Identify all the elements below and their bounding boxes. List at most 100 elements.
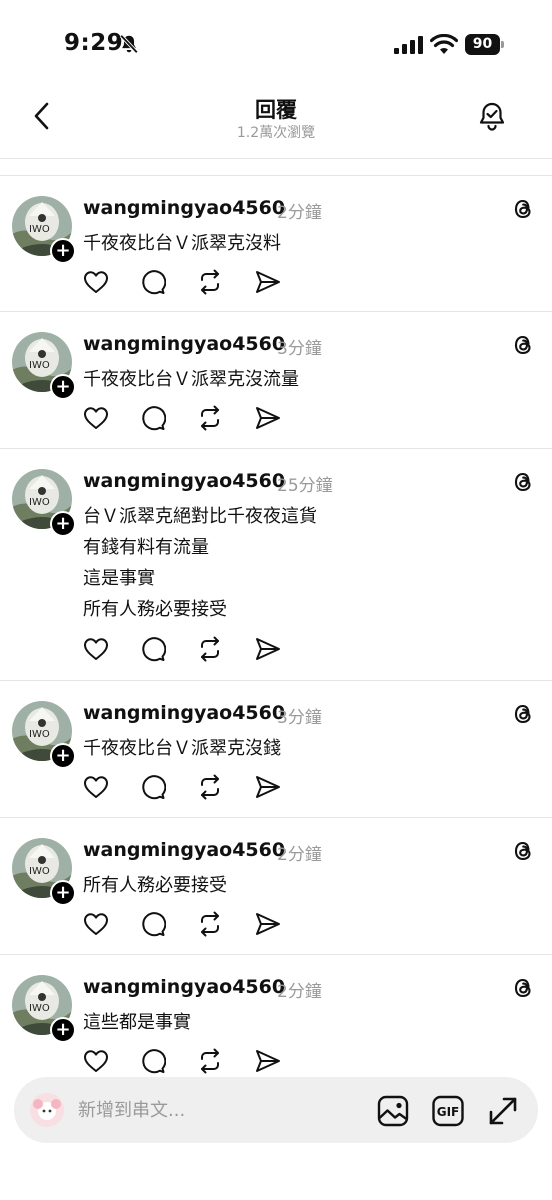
threads-logo-icon[interactable] [510, 469, 536, 495]
reply-post: IWO + wangmingyao4560 25分鐘 台Ｖ派翠克絕對比千夜夜這貨… [0, 449, 552, 681]
repost-icon [201, 405, 219, 431]
repost-button[interactable] [196, 268, 224, 296]
timestamp: 3分鐘 [277, 708, 322, 728]
svg-text:IWO: IWO [29, 360, 50, 371]
svg-text:IWO: IWO [29, 729, 50, 740]
share-button[interactable] [254, 404, 282, 432]
like-button[interactable] [82, 1047, 110, 1075]
like-button[interactable] [82, 404, 110, 432]
comment-button[interactable] [139, 773, 167, 801]
comment-button[interactable] [139, 910, 167, 938]
repost-button[interactable] [196, 773, 224, 801]
username[interactable]: wangmingyao4560 [83, 839, 285, 861]
post-text: 千夜夜比台Ｖ派翠克沒料 [83, 228, 281, 259]
image-button[interactable] [376, 1094, 410, 1128]
follow-plus-button[interactable]: + [50, 743, 76, 769]
share-button[interactable] [254, 635, 282, 663]
post-actions [82, 1047, 292, 1075]
threads-logo-icon[interactable] [510, 838, 536, 864]
like-button[interactable] [82, 910, 110, 938]
view-count: 1.2萬次瀏覽 [236, 125, 316, 141]
follow-plus-button[interactable]: + [50, 374, 76, 400]
comment-icon [142, 406, 166, 431]
share-button[interactable] [254, 1047, 282, 1075]
post-actions [82, 773, 292, 801]
username[interactable]: wangmingyao4560 [83, 197, 285, 219]
reply-composer: GIF [14, 1077, 538, 1143]
timestamp: 2分鐘 [277, 982, 322, 1002]
follow-plus-button[interactable]: + [50, 1017, 76, 1043]
header: 回覆 1.2萬次瀏覽 [0, 90, 552, 160]
post-text: 千夜夜比台Ｖ派翠克沒流量 [83, 364, 299, 395]
image-icon [377, 1095, 409, 1127]
threads-logo-icon[interactable] [510, 196, 536, 222]
comment-button[interactable] [139, 268, 167, 296]
send-icon [256, 407, 280, 429]
comment-button[interactable] [139, 635, 167, 663]
like-button[interactable] [82, 773, 110, 801]
post-actions [82, 635, 292, 663]
post-text-line: 千夜夜比台Ｖ派翠克沒錢 [83, 738, 281, 759]
post-actions [82, 404, 292, 432]
expand-icon [489, 1097, 517, 1125]
post-actions [82, 910, 292, 938]
gif-icon: GIF [432, 1095, 464, 1127]
like-button[interactable] [82, 268, 110, 296]
post-text-line: 這是事實 [83, 568, 155, 589]
repost-icon [201, 636, 219, 662]
post-text: 千夜夜比台Ｖ派翠克沒錢 [83, 733, 281, 764]
share-button[interactable] [254, 268, 282, 296]
username[interactable]: wangmingyao4560 [83, 470, 285, 492]
repost-button[interactable] [196, 910, 224, 938]
repost-button[interactable] [196, 404, 224, 432]
gif-button[interactable]: GIF [431, 1094, 465, 1128]
reply-post: IWO + wangmingyao4560 2分鐘 這些都是事實 [0, 955, 552, 1075]
status-time: 9:29 [64, 30, 124, 56]
comment-icon [142, 1049, 166, 1074]
reply-post: IWO + wangmingyao4560 3分鐘 千夜夜比台Ｖ派翠克沒錢 [0, 681, 552, 818]
post-actions [82, 268, 292, 296]
heart-icon [84, 271, 108, 293]
timestamp: 2分鐘 [277, 845, 322, 865]
battery-indicator: 90 [465, 34, 505, 55]
notify-button[interactable] [472, 96, 512, 136]
follow-plus-button[interactable]: + [50, 511, 76, 537]
send-icon [256, 638, 280, 660]
comment-button[interactable] [139, 1047, 167, 1075]
username[interactable]: wangmingyao4560 [83, 702, 285, 724]
send-icon [256, 913, 280, 935]
reply-input[interactable] [78, 1095, 358, 1125]
post-text-line: 有錢有料有流量 [83, 537, 209, 558]
comment-icon [142, 912, 166, 937]
heart-icon [84, 776, 108, 798]
expand-button[interactable] [486, 1094, 520, 1128]
threads-logo-icon[interactable] [510, 701, 536, 727]
timestamp: 2分鐘 [277, 203, 322, 223]
reply-post: IWO + wangmingyao4560 2分鐘 所有人務必要接受 [0, 818, 552, 955]
follow-plus-button[interactable]: + [50, 880, 76, 906]
threads-logo-icon[interactable] [510, 975, 536, 1001]
bell-check-icon [479, 102, 505, 131]
send-icon [256, 1050, 280, 1072]
username[interactable]: wangmingyao4560 [83, 333, 285, 355]
post-text-line: 千夜夜比台Ｖ派翠克沒流量 [83, 369, 299, 390]
post-text-line: 千夜夜比台Ｖ派翠克沒料 [83, 233, 281, 254]
divider [0, 158, 552, 159]
comment-button[interactable] [139, 404, 167, 432]
post-text-line: 所有人務必要接受 [83, 875, 227, 896]
share-button[interactable] [254, 773, 282, 801]
post-text-line: 所有人務必要接受 [83, 599, 227, 620]
repost-button[interactable] [196, 1047, 224, 1075]
threads-logo-icon[interactable] [510, 332, 536, 358]
like-button[interactable] [82, 635, 110, 663]
heart-icon [84, 1050, 108, 1072]
post-text: 所有人務必要接受 [83, 870, 227, 901]
comment-icon [142, 637, 166, 662]
username[interactable]: wangmingyao4560 [83, 976, 285, 998]
repost-button[interactable] [196, 635, 224, 663]
follow-plus-button[interactable]: + [50, 238, 76, 264]
heart-icon [84, 638, 108, 660]
page-title: 回覆 [255, 98, 297, 122]
comment-icon [142, 775, 166, 800]
share-button[interactable] [254, 910, 282, 938]
